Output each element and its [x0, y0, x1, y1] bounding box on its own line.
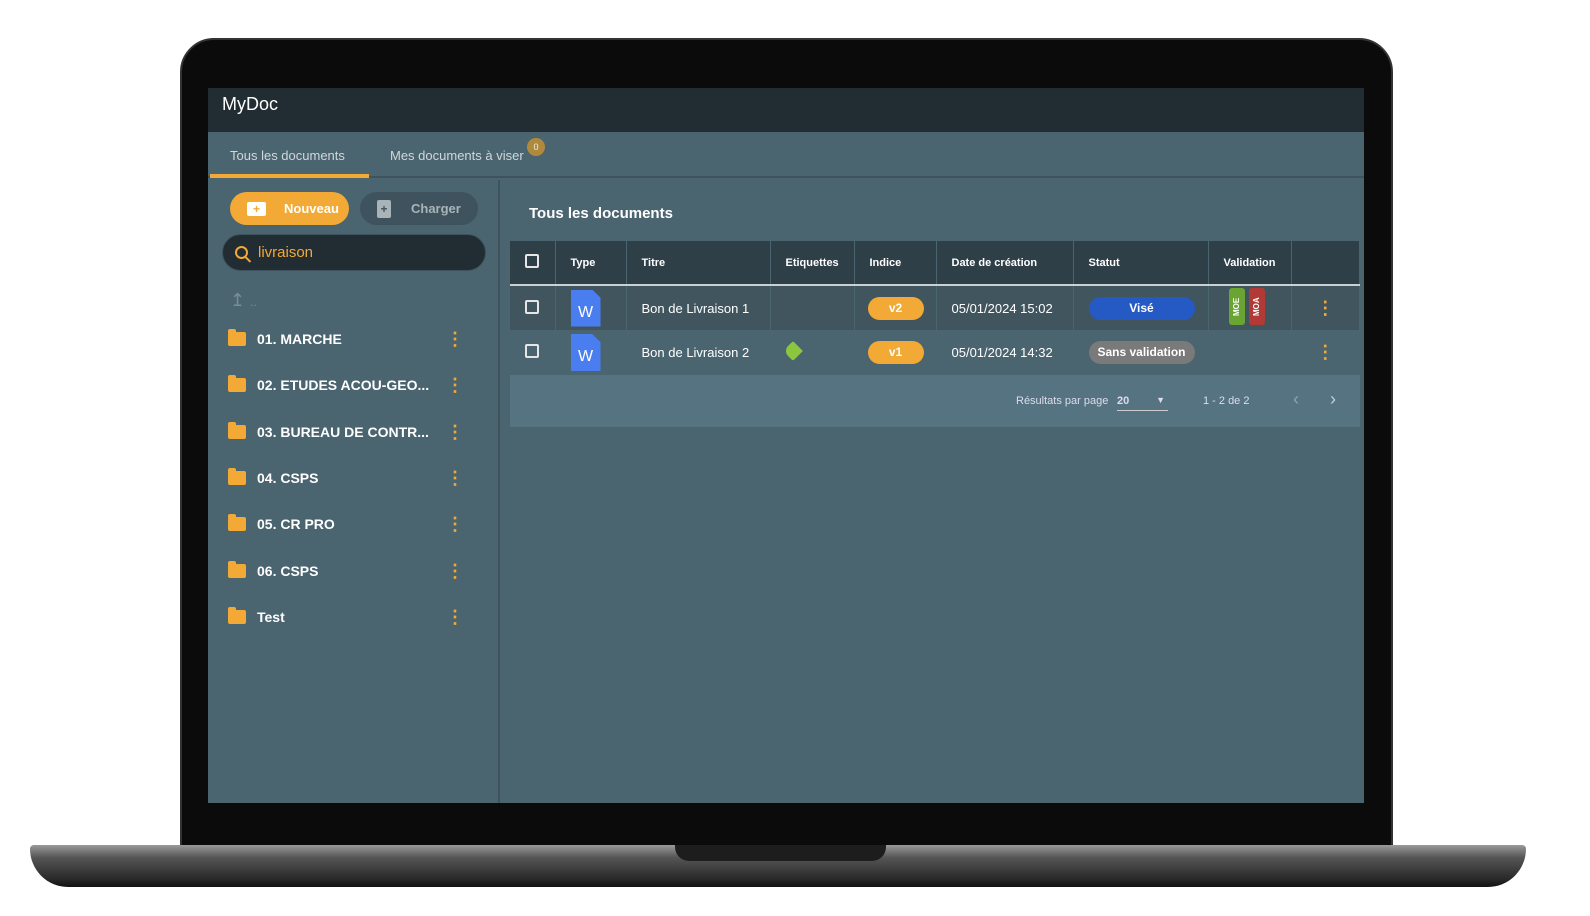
more-vert-icon[interactable]: ⋮ — [446, 562, 464, 580]
folder-icon — [228, 421, 246, 439]
file-plus-icon: + — [377, 199, 391, 218]
tab-documents-to-review[interactable]: Mes documents à viser — [390, 148, 524, 163]
table-row[interactable]: W Bon de Livraison 2 v1 05/01/2024 14:32… — [510, 330, 1360, 375]
new-label: Nouveau — [284, 201, 339, 216]
column-type[interactable]: Type — [555, 241, 627, 286]
validation-badge: MOA — [1248, 288, 1265, 325]
select-all-header — [510, 241, 556, 286]
arrow-up-icon: ↥ — [230, 290, 246, 310]
app-title: MyDoc — [222, 94, 279, 114]
more-vert-icon[interactable]: ⋮ — [446, 376, 464, 394]
pagination: Résultats par page 20 ▼ 1 - 2 de 2 ‹ › — [510, 375, 1360, 427]
creation-date: 05/01/2024 15:02 — [936, 285, 1074, 330]
word-file-icon: W — [570, 289, 601, 327]
word-file-icon: W — [570, 334, 601, 371]
document-title[interactable]: Bon de Livraison 2 — [626, 330, 771, 375]
creation-date: 05/01/2024 14:32 — [936, 330, 1074, 375]
folder-item[interactable]: 05. CR PRO ⋮ — [228, 509, 478, 539]
folder-label: 06. CSPS — [257, 562, 319, 579]
more-vert-icon[interactable]: ⋮ — [1316, 342, 1334, 362]
laptop-notch — [675, 845, 886, 861]
page-range: 1 - 2 de 2 — [1203, 395, 1250, 407]
indice-badge: v1 — [867, 341, 924, 364]
column-actions — [1291, 241, 1360, 286]
upload-label: Charger — [411, 201, 461, 216]
folder-item[interactable]: 03. BUREAU DE CONTR... ⋮ — [228, 417, 478, 447]
more-vert-icon[interactable]: ⋮ — [446, 330, 464, 348]
per-page-label: Résultats par page — [1016, 395, 1109, 407]
status-badge: Visé — [1088, 296, 1195, 320]
search-value: livraison — [258, 244, 314, 261]
count-badge: 0 — [527, 138, 545, 156]
row-checkbox[interactable] — [525, 344, 539, 358]
tab-all-documents[interactable]: Tous les documents — [210, 148, 369, 178]
folder-icon — [228, 514, 246, 532]
column-indice[interactable]: Indice — [854, 241, 937, 286]
folder-item[interactable]: 04. CSPS ⋮ — [228, 463, 478, 493]
tab-bar: Tous les documents Mes documents à viser… — [208, 132, 1364, 178]
prev-page-button[interactable]: ‹ — [1293, 389, 1299, 410]
validation-badge: MOE — [1228, 288, 1245, 325]
column-date[interactable]: Date de création — [936, 241, 1074, 286]
app-window: MyDoc Tous les documents Mes documents à… — [208, 88, 1364, 803]
folder-label: 04. CSPS — [257, 469, 319, 486]
folder-label: Test — [257, 608, 285, 625]
sidebar: + Nouveau + Charger livraison ↥ .. 01. M… — [208, 180, 500, 803]
more-vert-icon[interactable]: ⋮ — [1316, 298, 1334, 318]
folder-plus-icon: + — [247, 201, 266, 216]
tab-label: Mes documents à viser — [390, 148, 524, 163]
folder-item[interactable]: Test ⋮ — [228, 602, 478, 632]
folder-label: 02. ETUDES ACOU-GEO... — [257, 377, 430, 394]
search-input[interactable]: livraison — [222, 234, 486, 271]
more-vert-icon[interactable]: ⋮ — [446, 423, 464, 441]
folder-label: 01. MARCHE — [257, 331, 342, 347]
new-button[interactable]: + Nouveau — [230, 192, 349, 225]
column-title[interactable]: Titre — [626, 241, 771, 286]
page-title: Tous les documents — [529, 205, 673, 222]
indice-badge: v2 — [867, 296, 924, 320]
table-row[interactable]: W Bon de Livraison 1 v2 05/01/2024 15:02… — [510, 285, 1360, 330]
row-checkbox[interactable] — [525, 299, 539, 314]
column-status[interactable]: Statut — [1073, 241, 1209, 286]
folder-label: 05. CR PRO — [257, 516, 335, 533]
more-vert-icon[interactable]: ⋮ — [446, 469, 464, 487]
documents-table: Type Titre Etiquettes Indice Date de cré… — [510, 241, 1360, 375]
folder-icon — [228, 329, 246, 346]
app-header: MyDoc — [208, 88, 1364, 132]
folder-item[interactable]: 01. MARCHE ⋮ — [228, 324, 478, 354]
more-vert-icon[interactable]: ⋮ — [446, 515, 464, 533]
folder-icon — [228, 375, 246, 393]
caret-down-icon: ▼ — [1156, 395, 1165, 405]
status-badge: Sans validation — [1088, 341, 1195, 364]
document-title[interactable]: Bon de Livraison 1 — [626, 285, 771, 330]
per-page-select[interactable]: 20 ▼ — [1117, 389, 1168, 411]
folder-item[interactable]: 06. CSPS ⋮ — [228, 556, 478, 586]
folder-icon — [228, 560, 246, 578]
select-all-checkbox[interactable] — [525, 254, 539, 268]
folder-icon — [228, 606, 246, 624]
column-validation[interactable]: Validation — [1208, 241, 1292, 286]
parent-folder-link[interactable]: ↥ .. — [230, 290, 257, 311]
tab-label: Tous les documents — [230, 148, 345, 163]
upload-button[interactable]: + Charger — [360, 192, 478, 225]
folder-label: 03. BUREAU DE CONTR... — [257, 423, 429, 440]
folder-item[interactable]: 02. ETUDES ACOU-GEO... ⋮ — [228, 370, 478, 400]
per-page-value: 20 — [1117, 395, 1130, 407]
next-page-button[interactable]: › — [1330, 389, 1336, 410]
folder-icon — [228, 467, 246, 485]
parent-label: .. — [250, 295, 257, 309]
search-icon — [235, 246, 252, 263]
more-vert-icon[interactable]: ⋮ — [446, 608, 464, 626]
tag-icon — [782, 341, 803, 361]
column-tags[interactable]: Etiquettes — [770, 241, 855, 286]
